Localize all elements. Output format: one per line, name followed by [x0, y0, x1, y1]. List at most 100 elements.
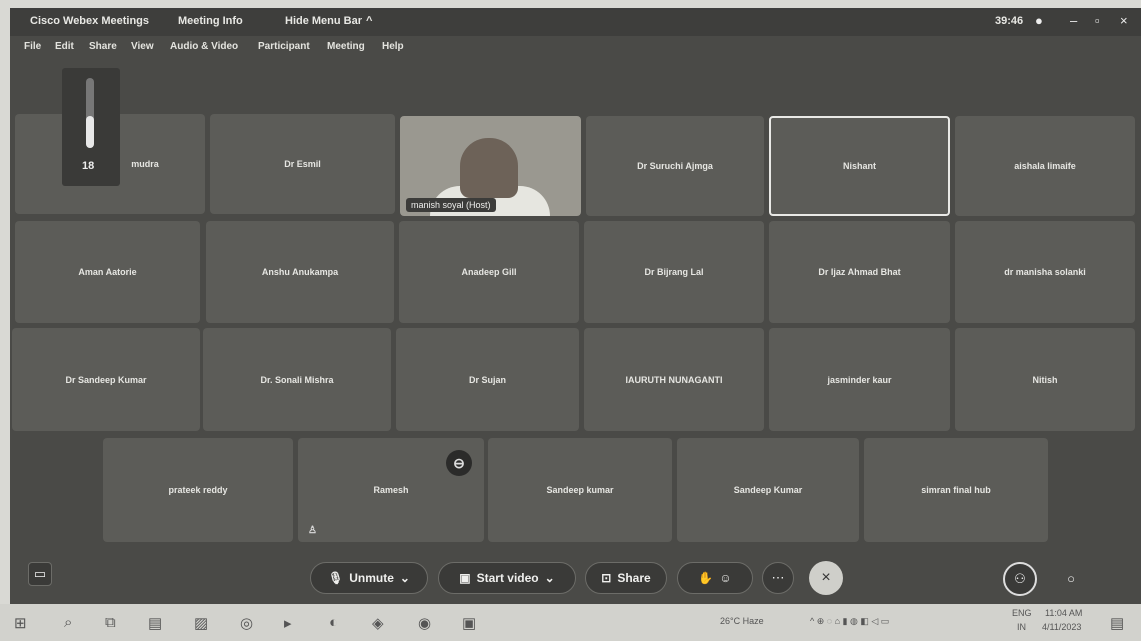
unmute-label: Unmute [349, 571, 394, 585]
participant-tile[interactable]: Sandeep Kumar [677, 438, 859, 542]
minimize-icon[interactable]: – [1070, 13, 1077, 28]
share-button[interactable]: ⊡ Share [585, 562, 667, 594]
start-video-label: Start video [476, 571, 539, 585]
participant-tile[interactable]: Aman Aatorie [15, 221, 200, 323]
hide-menu-bar-button[interactable]: Hide Menu Bar [285, 15, 362, 27]
participant-tile[interactable]: IAURUTH NUNAGANTI [584, 328, 764, 431]
menu-bar: File Edit Share View Audio & Video Parti… [10, 36, 1141, 58]
task-view-icon[interactable]: ⧉ [105, 614, 116, 631]
participants-icon[interactable]: ⚇ [1003, 562, 1037, 596]
participant-tile[interactable]: Sandeep kumar [488, 438, 672, 542]
volume-slider-fill[interactable] [86, 116, 94, 148]
weather-widget[interactable]: 26°C Haze [720, 616, 764, 626]
leave-meeting-button[interactable]: × [809, 561, 843, 595]
participant-name: Nishant [842, 161, 876, 171]
participant-tile[interactable]: jasminder kaur [769, 328, 950, 431]
menu-meeting[interactable]: Meeting [327, 41, 365, 52]
app-icon[interactable]: ◉ [418, 614, 431, 632]
volume-value: 18 [82, 160, 95, 172]
start-video-button[interactable]: ▣ Start video ⌄ [438, 562, 576, 594]
chevron-up-icon[interactable]: ^ [366, 15, 372, 27]
input-region[interactable]: IN [1017, 622, 1026, 632]
chevron-down-icon[interactable]: ⌄ [400, 571, 410, 585]
participant-name: Dr Esmil [284, 159, 321, 169]
menu-edit[interactable]: Edit [55, 41, 74, 52]
host-video-tile[interactable]: manish soyal (Host) [400, 116, 581, 216]
emoji-icon[interactable]: ☺ [719, 571, 731, 585]
participant-name: Dr Ijaz Ahmad Bhat [818, 267, 901, 277]
restore-icon[interactable]: ▫ [1095, 13, 1100, 28]
search-icon[interactable]: ⌕ [64, 614, 72, 631]
participant-name: simran final hub [921, 485, 991, 495]
participant-tile[interactable]: Anadeep Gill [399, 221, 579, 323]
system-tray-icons[interactable]: ^ ⊕ ◌ ⌂ ▮ ◍ ◧ ◁ ▭ [810, 616, 889, 627]
participant-name: jasminder kaur [827, 374, 892, 385]
input-language[interactable]: ENG [1012, 608, 1032, 618]
participant-name: Anadeep Gill [461, 267, 517, 277]
participant-tile[interactable]: aishala limaife [955, 116, 1135, 216]
menu-share[interactable]: Share [89, 41, 117, 52]
participant-tile[interactable]: Dr Sandeep Kumar [12, 328, 200, 431]
system-time[interactable]: 11:04 AM [1045, 608, 1082, 618]
participant-name: Nitish [1032, 374, 1058, 385]
mic-muted-icon: ⊖ [446, 450, 472, 476]
participant-tile[interactable]: Dr Esmil [210, 114, 395, 214]
mic-icon: 🎙 [328, 571, 344, 585]
menu-help[interactable]: Help [382, 41, 404, 52]
participant-name: Dr. Sonali Mishra [260, 374, 334, 385]
mic-icon: ♙ [308, 525, 317, 536]
host-name-label: manish soyal (Host) [406, 198, 496, 212]
participant-name: Dr Sandeep Kumar [65, 374, 147, 385]
captions-icon[interactable]: ▭ [28, 562, 52, 586]
meeting-info-button[interactable]: Meeting Info [178, 15, 243, 27]
chat-icon[interactable]: ○ [1055, 562, 1087, 594]
title-bar: Cisco Webex Meetings Meeting Info Hide M… [10, 8, 1141, 36]
chrome-icon[interactable]: ◎ [240, 614, 253, 632]
participant-tile[interactable]: dr manisha solanki [955, 221, 1135, 323]
app-title: Cisco Webex Meetings [30, 15, 149, 27]
photos-icon[interactable]: ▨ [194, 614, 208, 632]
file-explorer-icon[interactable]: ▤ [148, 614, 162, 632]
participant-tile[interactable]: Nitish [955, 328, 1135, 431]
participant-tile[interactable]: Anshu Anukampa [206, 221, 394, 323]
media-icon[interactable]: ▸ [284, 614, 292, 632]
volume-panel: 18 [62, 68, 120, 186]
participant-name: Dr Sujan [468, 374, 506, 385]
menu-audio-video[interactable]: Audio & Video [170, 41, 238, 52]
participant-name: Dr Bijrang Lal [644, 267, 704, 277]
camera-icon: ▣ [459, 571, 471, 585]
edge-icon[interactable]: ◐ [329, 614, 338, 631]
notifications-icon[interactable]: ▤ [1110, 614, 1124, 632]
participant-tile[interactable]: prateek reddy [103, 438, 293, 542]
meeting-clock: 39:46 [995, 15, 1024, 27]
menu-file[interactable]: File [24, 41, 41, 52]
host-video-face [460, 138, 518, 198]
participant-name: Ramesh [373, 485, 409, 495]
share-icon: ⊡ [601, 571, 612, 585]
menu-view[interactable]: View [131, 41, 154, 52]
participant-tile[interactable]: Dr Ijaz Ahmad Bhat [769, 221, 950, 323]
system-date[interactable]: 4/11/2023 [1042, 622, 1081, 632]
reactions-group: ✋ ☺ [677, 562, 753, 594]
more-options-icon[interactable]: ⋯ [762, 562, 794, 594]
windows-start-icon[interactable]: ⊞ [14, 614, 27, 632]
participant-tile[interactable]: Dr Sujan [396, 328, 579, 431]
webex-taskbar-icon[interactable]: ▣ [462, 614, 476, 632]
participant-name: mudra [131, 159, 159, 169]
share-label: Share [617, 571, 651, 585]
active-speaker-tile[interactable]: Nishant [769, 116, 950, 216]
participant-tile[interactable]: Dr Suruchi Ajmga [586, 116, 764, 216]
unmute-button[interactable]: 🎙 Unmute ⌄ [310, 562, 428, 594]
participant-tile[interactable]: Dr Bijrang Lal [584, 221, 764, 323]
webex-window: Cisco Webex Meetings Meeting Info Hide M… [10, 8, 1141, 604]
participant-tile[interactable]: Ramesh ⊖ ♙ [298, 438, 484, 542]
participant-tile[interactable]: Dr. Sonali Mishra [203, 328, 391, 431]
close-icon[interactable]: × [1120, 13, 1128, 28]
hand-icon[interactable]: ✋ [698, 571, 713, 585]
chevron-down-icon[interactable]: ⌄ [545, 571, 555, 585]
menu-participant[interactable]: Participant [258, 41, 310, 52]
participant-name: Sandeep kumar [546, 485, 614, 495]
status-dot-icon: ● [1035, 13, 1043, 28]
participant-tile[interactable]: simran final hub [864, 438, 1048, 542]
app-icon[interactable]: ◈ [372, 614, 384, 632]
